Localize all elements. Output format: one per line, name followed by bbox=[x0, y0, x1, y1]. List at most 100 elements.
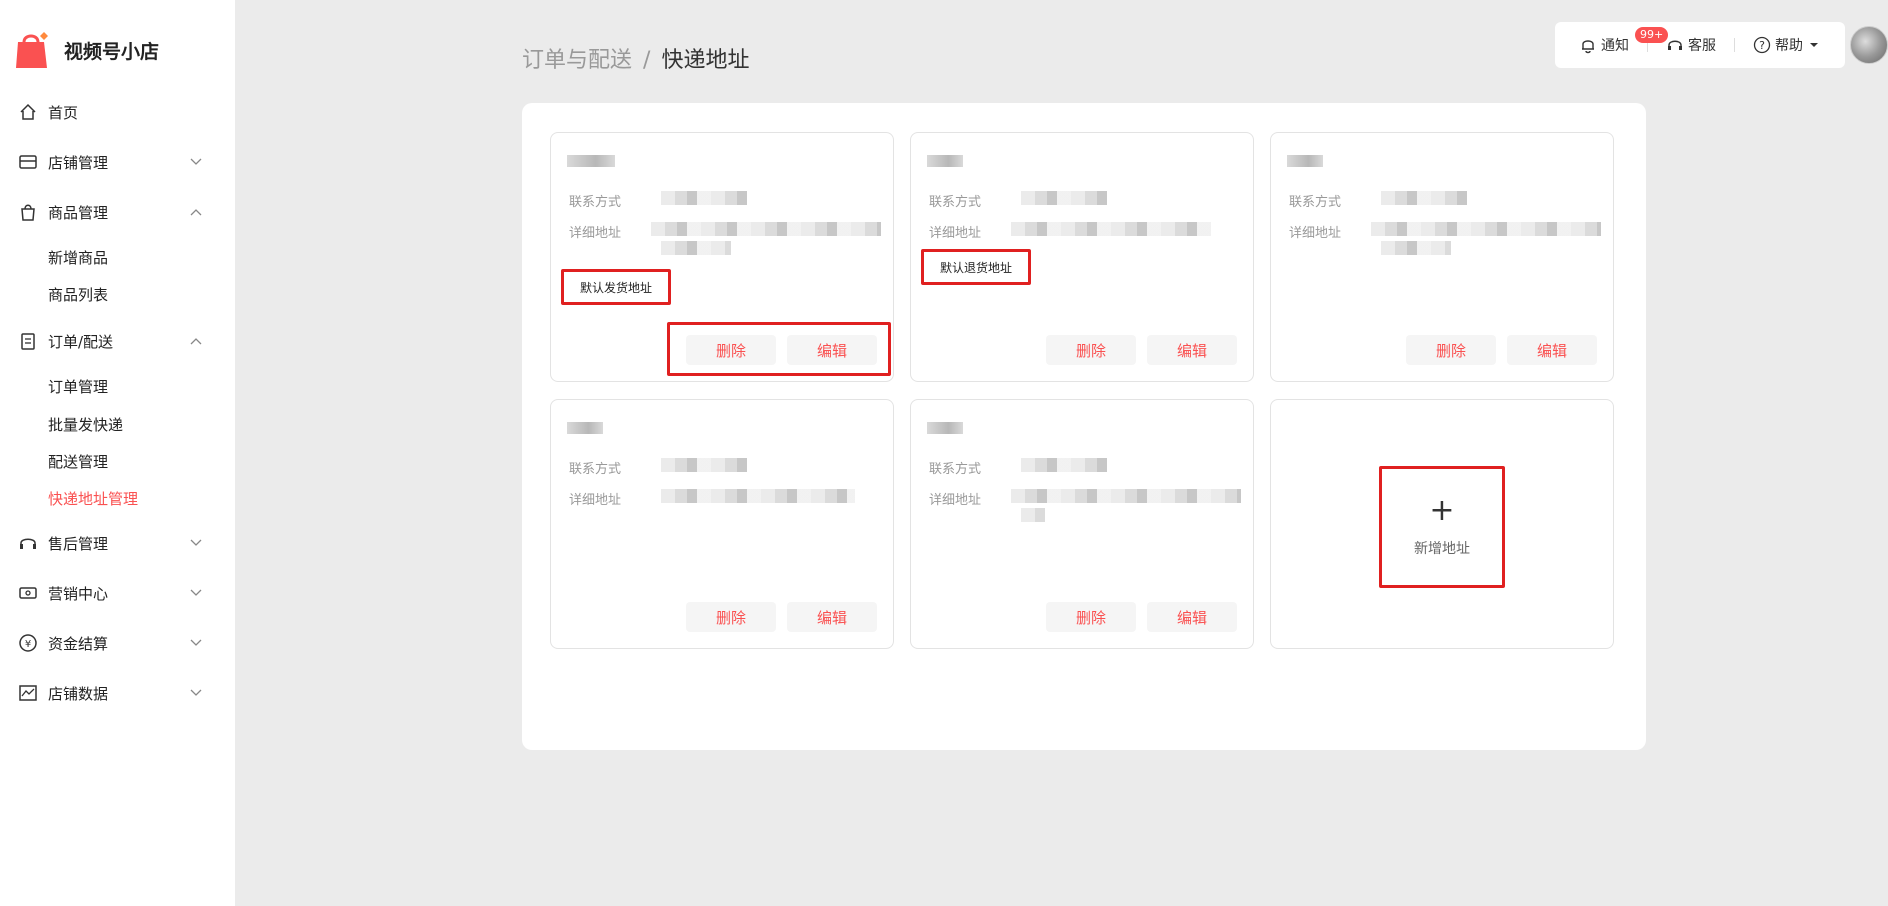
address-card: 联系方式 详细地址 删除 编辑 bbox=[1270, 132, 1614, 382]
customer-service-button[interactable]: 客服 bbox=[1666, 35, 1716, 55]
recipient-name-masked bbox=[927, 155, 963, 167]
svg-text:?: ? bbox=[1759, 39, 1765, 52]
breadcrumb: 订单与配送 / 快递地址 bbox=[522, 42, 749, 74]
divider bbox=[1734, 38, 1735, 52]
sidebar: 视频号小店 首页 店铺管理 商品管理 新增商品 商品列表 订单/配送 订单管理 … bbox=[0, 0, 235, 906]
avatar[interactable] bbox=[1850, 26, 1888, 64]
add-address-label: 新增地址 bbox=[1414, 541, 1470, 557]
contact-value-masked bbox=[661, 458, 747, 472]
bag-icon bbox=[21, 204, 35, 221]
home-icon bbox=[20, 103, 36, 120]
sidebar-item-aftersales[interactable]: 售后管理 bbox=[0, 523, 235, 563]
detail-address-label: 详细地址 bbox=[1289, 226, 1342, 241]
delete-button[interactable]: 删除 bbox=[686, 335, 776, 365]
sidebar-subitem-batch-ship[interactable]: 批量发快递 bbox=[48, 414, 123, 435]
sidebar-item-label: 资金结算 bbox=[48, 634, 109, 653]
detail-address-label: 详细地址 bbox=[929, 493, 982, 508]
delete-button[interactable]: 删除 bbox=[1046, 335, 1136, 365]
contact-value-masked bbox=[661, 191, 747, 205]
detail-address-masked bbox=[661, 489, 855, 503]
recipient-name-masked bbox=[1287, 155, 1323, 167]
app-title: 视频号小店 bbox=[64, 40, 160, 63]
breadcrumb-parent[interactable]: 订单与配送 bbox=[522, 48, 632, 73]
edit-button[interactable]: 编辑 bbox=[1147, 602, 1237, 632]
clipboard-icon bbox=[21, 333, 35, 350]
detail-address-masked bbox=[1011, 222, 1211, 236]
address-panel: 联系方式 详细地址 默认发货地址 删除 编辑 联系方式 详细地址 默认退货地址 … bbox=[522, 103, 1646, 750]
sidebar-subitem-order-manage[interactable]: 订单管理 bbox=[48, 376, 108, 397]
breadcrumb-separator: / bbox=[643, 48, 651, 73]
detail-address-label: 详细地址 bbox=[569, 493, 622, 508]
sidebar-item-orders[interactable]: 订单/配送 bbox=[0, 321, 235, 361]
sidebar-subitem-address[interactable]: 快递地址管理 bbox=[48, 488, 138, 509]
sidebar-item-data[interactable]: 店铺数据 bbox=[0, 673, 235, 713]
delete-button[interactable]: 删除 bbox=[1046, 602, 1136, 632]
delete-button[interactable]: 删除 bbox=[1406, 335, 1496, 365]
detail-address-label: 详细地址 bbox=[929, 226, 982, 241]
delete-button[interactable]: 删除 bbox=[686, 602, 776, 632]
contact-value-masked bbox=[1021, 191, 1107, 205]
sidebar-item-finance[interactable]: ¥ 资金结算 bbox=[0, 623, 235, 663]
contact-label: 联系方式 bbox=[929, 462, 982, 477]
sidebar-item-label: 营销中心 bbox=[48, 584, 109, 603]
default-return-tag: 默认退货地址 bbox=[921, 249, 1032, 285]
add-address-button[interactable]: + 新增地址 bbox=[1379, 466, 1505, 588]
chevron-down-icon bbox=[190, 539, 202, 546]
bell-icon bbox=[1582, 40, 1594, 54]
ticket-icon bbox=[19, 587, 37, 599]
sidebar-item-label: 售后管理 bbox=[48, 534, 109, 553]
notification-button[interactable]: 通知 99+ bbox=[1579, 27, 1669, 55]
customer-service-label: 客服 bbox=[1688, 38, 1716, 54]
chevron-up-icon bbox=[190, 338, 202, 345]
sidebar-item-store[interactable]: 店铺管理 bbox=[0, 142, 235, 182]
address-card: 联系方式 详细地址 默认发货地址 删除 编辑 bbox=[550, 132, 894, 382]
contact-label: 联系方式 bbox=[569, 462, 622, 477]
chevron-down-icon bbox=[190, 589, 202, 596]
detail-address-masked bbox=[651, 222, 881, 236]
chevron-down-icon bbox=[190, 689, 202, 696]
chevron-up-icon bbox=[190, 209, 202, 216]
address-card: 联系方式 详细地址 删除 编辑 bbox=[910, 399, 1254, 649]
detail-address-label: 详细地址 bbox=[569, 226, 622, 241]
help-label: 帮助 bbox=[1775, 38, 1803, 54]
contact-label: 联系方式 bbox=[1289, 195, 1342, 210]
address-card: 联系方式 详细地址 删除 编辑 bbox=[550, 399, 894, 649]
edit-button[interactable]: 编辑 bbox=[787, 335, 877, 365]
sidebar-item-products[interactable]: 商品管理 bbox=[0, 192, 235, 232]
sidebar-subitem-product-list[interactable]: 商品列表 bbox=[48, 284, 108, 305]
detail-address-masked bbox=[1371, 222, 1601, 236]
svg-text:¥: ¥ bbox=[25, 639, 31, 650]
store-icon bbox=[19, 155, 37, 169]
recipient-name-masked bbox=[927, 422, 963, 434]
sidebar-item-marketing[interactable]: 营销中心 bbox=[0, 573, 235, 613]
sidebar-item-label: 首页 bbox=[48, 103, 79, 122]
contact-value-masked bbox=[1381, 191, 1467, 205]
contact-label: 联系方式 bbox=[569, 195, 622, 210]
edit-button[interactable]: 编辑 bbox=[1507, 335, 1597, 365]
sidebar-item-label: 店铺数据 bbox=[48, 684, 109, 703]
default-ship-tag: 默认发货地址 bbox=[561, 269, 672, 305]
recipient-name-masked bbox=[567, 155, 615, 167]
edit-button[interactable]: 编辑 bbox=[787, 602, 877, 632]
yuan-icon: ¥ bbox=[19, 634, 37, 652]
contact-value-masked bbox=[1021, 458, 1107, 472]
sidebar-subitem-new-product[interactable]: 新增商品 bbox=[48, 247, 108, 268]
app-logo[interactable]: 视频号小店 bbox=[14, 30, 159, 70]
page-title: 快递地址 bbox=[661, 48, 750, 73]
detail-address-masked bbox=[1011, 489, 1241, 503]
help-button[interactable]: ? 帮助 bbox=[1753, 35, 1819, 55]
headset-icon bbox=[1668, 40, 1682, 50]
chevron-down-icon bbox=[190, 158, 202, 165]
sidebar-subitem-delivery[interactable]: 配送管理 bbox=[48, 451, 108, 472]
edit-button[interactable]: 编辑 bbox=[1147, 335, 1237, 365]
notification-badge: 99+ bbox=[1635, 27, 1669, 43]
detail-address-masked bbox=[1021, 508, 1045, 522]
sidebar-item-home[interactable]: 首页 bbox=[0, 92, 235, 132]
recipient-name-masked bbox=[567, 422, 603, 434]
chart-icon bbox=[19, 685, 37, 701]
headset-icon bbox=[20, 538, 36, 549]
contact-label: 联系方式 bbox=[929, 195, 982, 210]
chevron-down-icon bbox=[190, 639, 202, 646]
sidebar-item-label: 商品管理 bbox=[48, 203, 109, 222]
add-address-card: + 新增地址 bbox=[1270, 399, 1614, 649]
